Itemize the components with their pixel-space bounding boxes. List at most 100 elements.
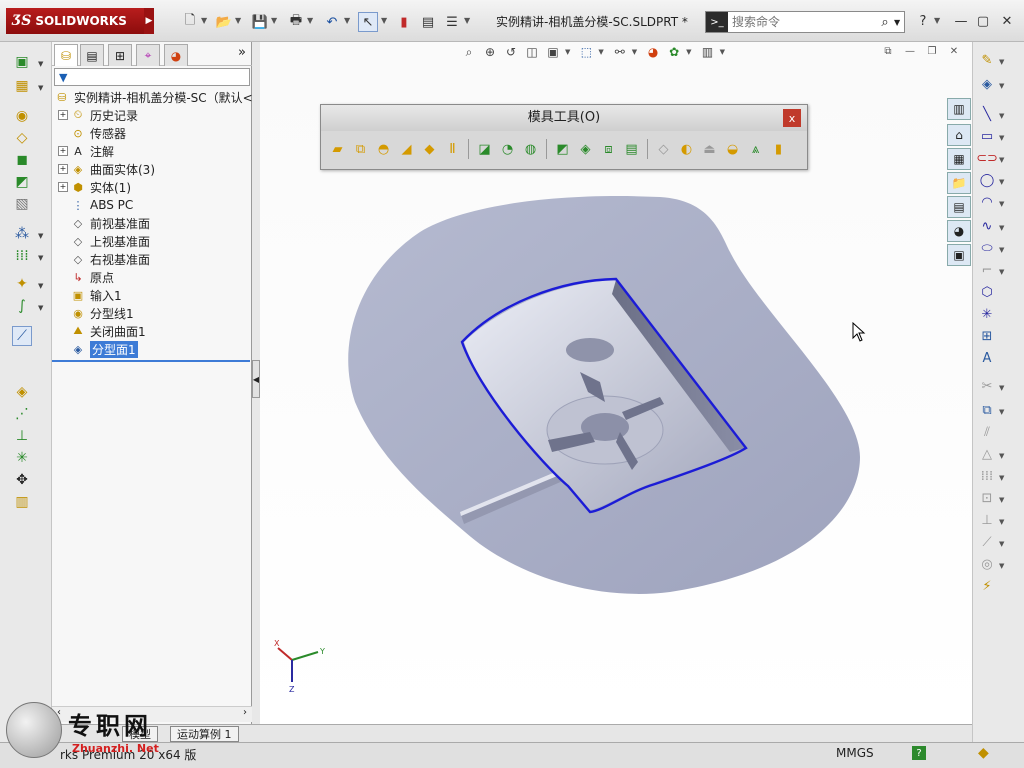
quick-snaps-icon[interactable]: ◎ [977,554,997,574]
linear-sketch-pattern-icon[interactable]: ⁞⁞⁞ [977,466,997,486]
graphics-area[interactable]: ⌕ ⊕ ↺ ◫ ▣ ▼ ⬚ ▼ ⚯ ▼ ◕ ✿ ▼ ▥ ▼ ⧉ — ❐ ✕ 模具… [260,42,972,724]
expand-toggle-icon[interactable]: + [58,110,68,120]
panel-collapse-handle[interactable]: ◀ [252,360,260,398]
pattern-dropdown-icon[interactable]: ▼ [38,232,43,240]
relations-dropdown-icon[interactable]: ▼ [999,518,1004,526]
split-line-icon[interactable]: Ⅱ [442,138,463,160]
new-document-icon[interactable]: 🗋 [180,12,200,32]
repair-sketch-icon[interactable]: ⟋ [977,532,997,552]
minimize-icon[interactable]: — [950,10,972,32]
centerline-icon[interactable]: ⊞ [977,326,997,346]
trim-entities-icon[interactable]: ✂ [977,376,997,396]
surface-icon[interactable]: ◇ [12,128,32,148]
sketch-edit-dropdown-icon[interactable]: ▼ [999,58,1004,66]
tab-display-manager[interactable]: ◕ [164,44,188,66]
circle-dropdown-icon[interactable]: ▼ [999,178,1004,186]
ruled-surface-icon[interactable]: ◢ [396,138,417,160]
parting-line-analysis-icon[interactable]: ◍ [520,138,541,160]
tab-dimxpert-manager[interactable]: ⌖ [136,44,160,66]
tree-item[interactable]: + ⬢ 实体(1) [58,178,131,196]
instant3d-icon[interactable]: ⟋ [12,326,32,346]
tree-item[interactable]: ◇ 前视基准面 [58,214,150,232]
revolve-icon[interactable]: ◉ [12,106,32,126]
expand-toggle-icon[interactable]: + [58,146,68,156]
fillet-icon[interactable]: ◼ [12,150,32,170]
ruled-surface-tool-icon[interactable]: ◇ [653,138,674,160]
scale-icon[interactable]: ◩ [552,138,573,160]
fillet-sketch-icon[interactable]: ⌐ [977,260,997,280]
polygon-sketch-icon[interactable]: ⬡ [977,282,997,302]
circle-sketch-icon[interactable]: ◯ [977,170,997,190]
quick-tips-help-icon[interactable]: ? [912,746,926,760]
search-dropdown-icon[interactable]: ▼ [894,18,904,27]
sketch-dropdown-icon[interactable]: ▼ [38,60,43,68]
undo-icon[interactable]: ↶ [322,12,342,32]
snaps-dropdown-icon[interactable]: ▼ [999,562,1004,570]
point-tool-icon[interactable]: ✳ [12,448,32,468]
reference-geometry-icon[interactable]: ✦ [12,274,32,294]
tree-item[interactable]: + A 注解 [58,142,114,160]
parting-lines-tool-icon[interactable]: ◈ [575,138,596,160]
options-icon[interactable]: ☰ [442,12,462,32]
planar-surface-icon[interactable]: ▰ [327,138,348,160]
unit-system[interactable]: MMGS [836,746,874,760]
arc-dropdown-icon[interactable]: ▼ [999,200,1004,208]
knit-surface-icon[interactable]: ◓ [373,138,394,160]
tree-item[interactable]: ◉ 分型线1 [58,304,133,322]
pattern-icon[interactable]: ⁂ [12,224,32,244]
tree-item[interactable]: ◇ 上视基准面 [58,232,150,250]
print-icon[interactable]: 🖶 [286,12,306,32]
arc-sketch-icon[interactable]: ◠ [977,192,997,212]
line-tool-icon[interactable]: ⋰ [12,404,32,424]
save-icon[interactable]: 💾 [250,12,270,32]
expand-toggle-icon[interactable]: + [58,164,68,174]
mirror-entities-icon[interactable]: △ [977,444,997,464]
expand-toggle-icon[interactable]: + [58,182,68,192]
convert-entities-icon[interactable]: ⧉ [977,400,997,420]
cut-icon[interactable]: ◩ [12,172,32,192]
mold-split-icon[interactable]: ⩓ [745,138,766,160]
print-dropdown-icon[interactable]: ▼ [307,16,313,25]
parting-surfaces-tool-icon[interactable]: ▤ [621,138,642,160]
line-sketch-icon[interactable]: ╲ [977,104,997,124]
rectangle-dropdown-icon[interactable]: ▼ [999,134,1004,142]
point-sketch-icon[interactable]: ✳ [977,304,997,324]
fillet-sketch-dropdown-icon[interactable]: ▼ [999,268,1004,276]
select-dropdown-icon[interactable]: ▼ [381,16,387,25]
solidworks-logo[interactable]: ƷS SOLIDWORKS [6,8,144,34]
curves-icon[interactable]: ∫ [12,296,32,316]
move-tool-icon[interactable]: ✥ [12,470,32,490]
insert-mold-folders-icon[interactable]: ◒ [722,138,743,160]
file-properties-icon[interactable]: ▤ [418,12,438,32]
linear-pattern-icon[interactable]: ⁞⁞⁞ [12,246,32,266]
move-dropdown-icon[interactable]: ▼ [999,496,1004,504]
tab-configuration-manager[interactable]: ⊞ [108,44,132,66]
tab-property-manager[interactable]: ▤ [80,44,104,66]
axis-tool-icon[interactable]: ⊥ [12,426,32,446]
tree-item[interactable]: + ⏲ 历史记录 [58,106,138,124]
tree-item[interactable]: ◇ 右视基准面 [58,250,150,268]
linear-pattern-dropdown-icon[interactable]: ▼ [38,254,43,262]
trim-dropdown-icon[interactable]: ▼ [999,384,1004,392]
draft-analysis-icon[interactable]: ◪ [474,138,495,160]
curves-dropdown-icon[interactable]: ▼ [38,304,43,312]
tree-item[interactable]: + ◈ 曲面实体(3) [58,160,155,178]
reference-dropdown-icon[interactable]: ▼ [38,282,43,290]
spline-dropdown-icon[interactable]: ▼ [999,224,1004,232]
rectangle-sketch-icon[interactable]: ▭ [977,126,997,146]
shell-icon[interactable]: ▧ [12,194,32,214]
extrude-icon[interactable]: ▦ [12,76,32,96]
tree-item[interactable]: ↳ 原点 [58,268,114,286]
search-command-box[interactable]: >_ ⌕ ▼ [705,11,905,33]
open-folder-icon[interactable]: 📂 [214,12,234,32]
select-cursor-icon[interactable]: ↖ [358,12,378,32]
shut-off-surfaces-tool-icon[interactable]: ⧈ [598,138,619,160]
tree-item[interactable]: ⊙ 传感器 [58,124,126,142]
tab-motion-study-1[interactable]: 运动算例 1 [170,726,239,742]
copy-tool-icon[interactable]: ▥ [12,492,32,512]
scroll-right-icon[interactable]: › [238,707,252,718]
search-input[interactable] [728,13,876,31]
help-icon[interactable]: ? [912,10,934,32]
undo-dropdown-icon[interactable]: ▼ [344,16,350,25]
convert-dropdown-icon[interactable]: ▼ [999,408,1004,416]
